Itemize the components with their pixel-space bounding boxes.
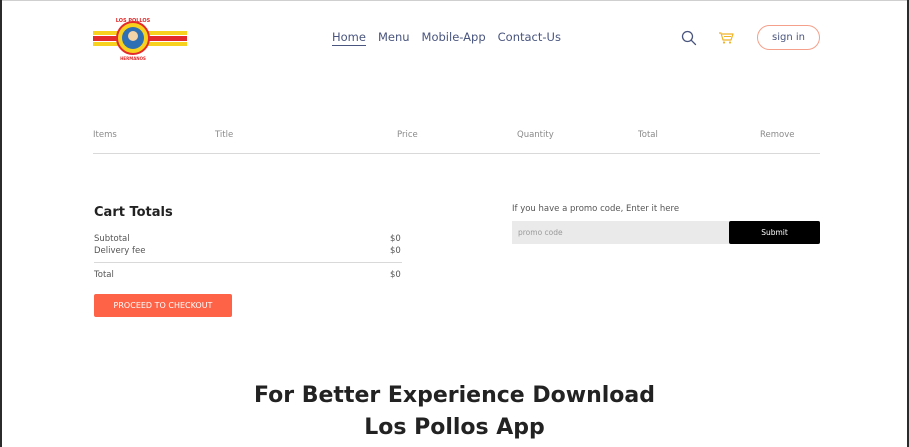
cart-table-header: Items Title Price Quantity Total Remove bbox=[93, 130, 820, 142]
proceed-to-checkout-button[interactable]: PROCEED TO CHECKOUT bbox=[94, 294, 232, 317]
total-value: $0 bbox=[390, 270, 401, 280]
nav-item-menu[interactable]: Menu bbox=[378, 30, 410, 46]
column-header-total: Total bbox=[638, 130, 658, 140]
app-download-heading: For Better Experience Download Los Pollo… bbox=[0, 380, 909, 444]
basket-icon[interactable] bbox=[718, 29, 734, 45]
nav-item-home[interactable]: Home bbox=[332, 30, 366, 46]
logo-text-bottom: HERMANOS bbox=[120, 56, 146, 61]
logo-text-top: LOS POLLOS bbox=[116, 18, 151, 24]
column-header-title: Title bbox=[215, 130, 234, 140]
logo-face bbox=[128, 31, 138, 41]
cart-header-divider bbox=[93, 153, 820, 154]
delivery-fee-value: $0 bbox=[390, 246, 401, 256]
promo-submit-button[interactable]: Submit bbox=[729, 221, 820, 244]
subtotal-label: Subtotal bbox=[94, 234, 130, 244]
column-header-quantity: Quantity bbox=[517, 130, 554, 140]
cart-totals-title: Cart Totals bbox=[94, 205, 173, 220]
promo-code-input[interactable] bbox=[512, 221, 729, 244]
search-icon[interactable] bbox=[681, 30, 697, 46]
window-top-border bbox=[0, 0, 909, 1]
nav-item-contact-us[interactable]: Contact-Us bbox=[498, 30, 561, 46]
brand-logo[interactable]: LOS POLLOS HERMANOS bbox=[93, 14, 187, 64]
app-download-line-2: Los Pollos App bbox=[364, 415, 545, 440]
subtotal-value: $0 bbox=[390, 234, 401, 244]
promo-label: If you have a promo code, Enter it here bbox=[512, 204, 680, 214]
totals-divider bbox=[94, 262, 402, 263]
column-header-remove: Remove bbox=[760, 130, 795, 140]
nav-item-mobile-app[interactable]: Mobile-App bbox=[422, 30, 486, 46]
promo-form: Submit bbox=[512, 221, 820, 244]
app-download-line-1: For Better Experience Download bbox=[253, 383, 655, 408]
total-label: Total bbox=[94, 270, 114, 280]
column-header-items: Items bbox=[93, 130, 117, 140]
column-header-price: Price bbox=[397, 130, 418, 140]
delivery-fee-label: Delivery fee bbox=[94, 246, 146, 256]
main-nav: Home Menu Mobile-App Contact-Us bbox=[332, 30, 561, 46]
signin-button[interactable]: sign in bbox=[757, 25, 820, 50]
